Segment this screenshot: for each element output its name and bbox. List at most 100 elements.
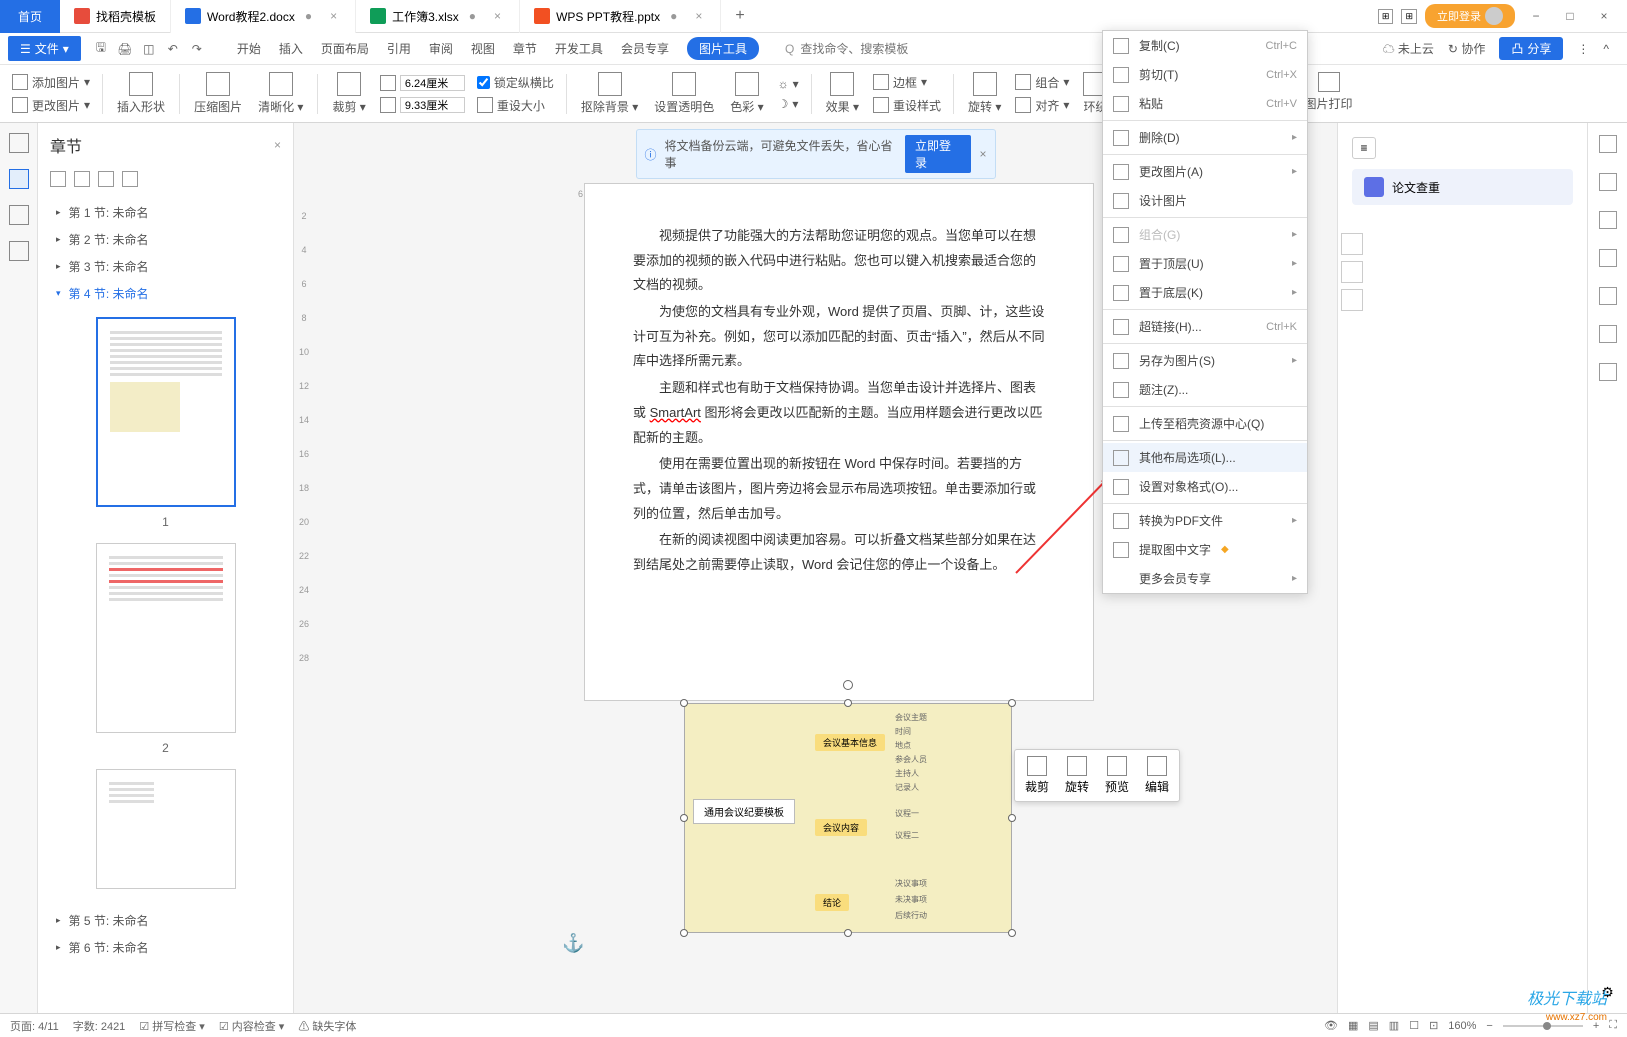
add-tab-button[interactable]: +	[721, 7, 758, 25]
menu-tab-section[interactable]: 章节	[513, 37, 537, 60]
view-icon-2[interactable]: ▤	[1368, 1019, 1378, 1032]
resize-handle-ne[interactable]	[1008, 699, 1016, 707]
content-check[interactable]: ☑ 内容检查 ▾	[219, 1018, 285, 1034]
width-input[interactable]	[400, 75, 465, 91]
zoom-slider[interactable]	[1503, 1025, 1583, 1027]
search-input[interactable]	[800, 42, 920, 56]
view-icon-1[interactable]: ▦	[1348, 1019, 1358, 1032]
smartart-text[interactable]: SmartArt	[650, 405, 701, 420]
contrast-button[interactable]: ☽ ▾	[774, 95, 803, 113]
ctx-hyperlink[interactable]: 超链接(H)...Ctrl+K	[1103, 312, 1307, 341]
crop-button[interactable]: 裁剪 ▾	[326, 72, 371, 115]
reset-size-button[interactable]: 重设大小	[473, 95, 558, 116]
outline-item-4[interactable]: ▾第 4 节: 未命名	[38, 280, 293, 307]
reset-style-button[interactable]: 重设样式	[869, 95, 945, 116]
close-window-button[interactable]: ×	[1591, 9, 1617, 23]
group-icon[interactable]	[1341, 233, 1363, 255]
maximize-button[interactable]: □	[1557, 9, 1583, 23]
ctx-more-layout[interactable]: 其他布局选项(L)...	[1103, 443, 1307, 472]
menu-tab-review[interactable]: 审阅	[429, 37, 453, 60]
ctx-copy[interactable]: 复制(C)Ctrl+C	[1103, 31, 1307, 60]
missing-font[interactable]: ⚠ 缺失字体	[298, 1018, 356, 1034]
close-icon[interactable]: ×	[691, 9, 706, 23]
outline-item-6[interactable]: ▸第 6 节: 未命名	[38, 934, 293, 961]
close-icon[interactable]: ×	[326, 9, 341, 23]
resize-handle-sw[interactable]	[680, 929, 688, 937]
plagiarism-check-button[interactable]: 论文查重	[1352, 169, 1573, 205]
layer-bottom-icon[interactable]	[1341, 289, 1363, 311]
rail-bookmark-icon[interactable]	[9, 205, 29, 225]
insert-shape-button[interactable]: 插入形状	[111, 72, 171, 115]
outline-item-1[interactable]: ▸第 1 节: 未命名	[38, 199, 293, 226]
collapse-ribbon-icon[interactable]: ^	[1603, 42, 1609, 56]
rr-property-icon[interactable]	[1599, 287, 1617, 305]
ctx-bring-front[interactable]: 置于顶层(U)▸	[1103, 249, 1307, 278]
page-thumbnail-1[interactable]	[96, 317, 236, 507]
float-crop-button[interactable]: 裁剪	[1019, 754, 1055, 797]
rr-clipboard-icon[interactable]	[1599, 249, 1617, 267]
resize-handle-w[interactable]	[680, 814, 688, 822]
outline-item-2[interactable]: ▸第 2 节: 未命名	[38, 226, 293, 253]
notice-close-icon[interactable]: ×	[979, 147, 986, 161]
lock-ratio-checkbox[interactable]: 锁定纵横比	[473, 72, 558, 93]
more-icon[interactable]: ⋮	[1577, 42, 1589, 56]
expand-all-icon[interactable]	[50, 171, 66, 187]
login-button[interactable]: 立即登录	[1425, 4, 1515, 28]
layout-icon[interactable]: ⊞	[1378, 9, 1394, 24]
effect-button[interactable]: 效果 ▾	[820, 72, 865, 115]
rr-history-icon[interactable]	[1599, 325, 1617, 343]
float-rotate-button[interactable]: 旋转	[1059, 754, 1095, 797]
section-add-icon[interactable]	[98, 171, 114, 187]
word-count[interactable]: 字数: 2421	[73, 1018, 126, 1034]
anchor-icon[interactable]: ⚓	[562, 933, 584, 954]
fullscreen-icon[interactable]: ⛶	[1609, 1019, 1617, 1032]
paragraph[interactable]: 在新的阅读视图中阅读更加容易。可以折叠文档某些部分如果在达到结尾处之前需要停止读…	[633, 528, 1045, 577]
file-menu[interactable]: ☰ 文件 ▾	[8, 36, 81, 61]
compress-button[interactable]: 压缩图片	[188, 72, 248, 115]
brightness-button[interactable]: ☼ ▾	[774, 75, 803, 93]
menu-tab-insert[interactable]: 插入	[279, 37, 303, 60]
ctx-paste[interactable]: 粘贴Ctrl+V	[1103, 89, 1307, 118]
rotate-button[interactable]: 旋转 ▾	[962, 72, 1007, 115]
remove-bg-button[interactable]: 抠除背景 ▾	[575, 72, 644, 115]
cloud-status[interactable]: ☁ 未上云	[1383, 40, 1434, 57]
resize-handle-e[interactable]	[1008, 814, 1016, 822]
section-del-icon[interactable]	[122, 171, 138, 187]
coop-button[interactable]: ↻ 协作	[1448, 40, 1485, 57]
ctx-format-object[interactable]: 设置对象格式(O)...	[1103, 472, 1307, 501]
tab-word-doc[interactable]: Word教程2.docx●×	[171, 0, 356, 33]
outline-item-5[interactable]: ▸第 5 节: 未命名	[38, 907, 293, 934]
menu-tab-dev[interactable]: 开发工具	[555, 37, 603, 60]
rr-select-icon[interactable]	[1599, 211, 1617, 229]
rail-search-icon[interactable]	[9, 241, 29, 261]
ctx-save-as-image[interactable]: 另存为图片(S)▸	[1103, 346, 1307, 375]
ctx-more-member[interactable]: 更多会员专享▸	[1103, 564, 1307, 593]
collapse-panel-icon[interactable]: ≡	[1352, 137, 1376, 159]
resize-handle-se[interactable]	[1008, 929, 1016, 937]
height-input[interactable]	[400, 97, 465, 113]
sidebar-close-icon[interactable]: ×	[274, 138, 281, 152]
rail-outline-icon[interactable]	[9, 133, 29, 153]
add-image-button[interactable]: 添加图片 ▾	[8, 72, 94, 93]
preview-icon[interactable]: ◫	[141, 41, 157, 57]
resize-handle-n[interactable]	[844, 699, 852, 707]
close-icon[interactable]: ×	[490, 9, 505, 23]
menu-tab-member[interactable]: 会员专享	[621, 37, 669, 60]
collapse-all-icon[interactable]	[74, 171, 90, 187]
ctx-send-back[interactable]: 置于底层(K)▸	[1103, 278, 1307, 307]
view-icon-3[interactable]: ▥	[1389, 1019, 1399, 1032]
redo-icon[interactable]: ↷	[189, 41, 205, 57]
print-icon[interactable]: 🖨	[117, 41, 133, 57]
ctx-design-image[interactable]: 设计图片	[1103, 186, 1307, 215]
tab-xlsx[interactable]: 工作簿3.xlsx●×	[356, 0, 520, 33]
outline-item-3[interactable]: ▸第 3 节: 未命名	[38, 253, 293, 280]
resize-handle-nw[interactable]	[680, 699, 688, 707]
apps-icon[interactable]: ⊞	[1401, 9, 1417, 24]
paragraph[interactable]: 为使您的文档具有专业外观，Word 提供了页眉、页脚、计，这些设计可互为补充。例…	[633, 300, 1045, 374]
share-button[interactable]: 凸 分享	[1499, 37, 1563, 60]
ctx-cut[interactable]: 剪切(T)Ctrl+X	[1103, 60, 1307, 89]
ctx-caption[interactable]: 题注(Z)...	[1103, 375, 1307, 404]
ctx-to-pdf[interactable]: 转换为PDF文件▸	[1103, 506, 1307, 535]
rr-style-icon[interactable]	[1599, 173, 1617, 191]
selected-image[interactable]: 通用会议纪要模板 会议基本信息 会议内容 结论 会议主题 时间 地点 参会人员 …	[684, 703, 1012, 933]
